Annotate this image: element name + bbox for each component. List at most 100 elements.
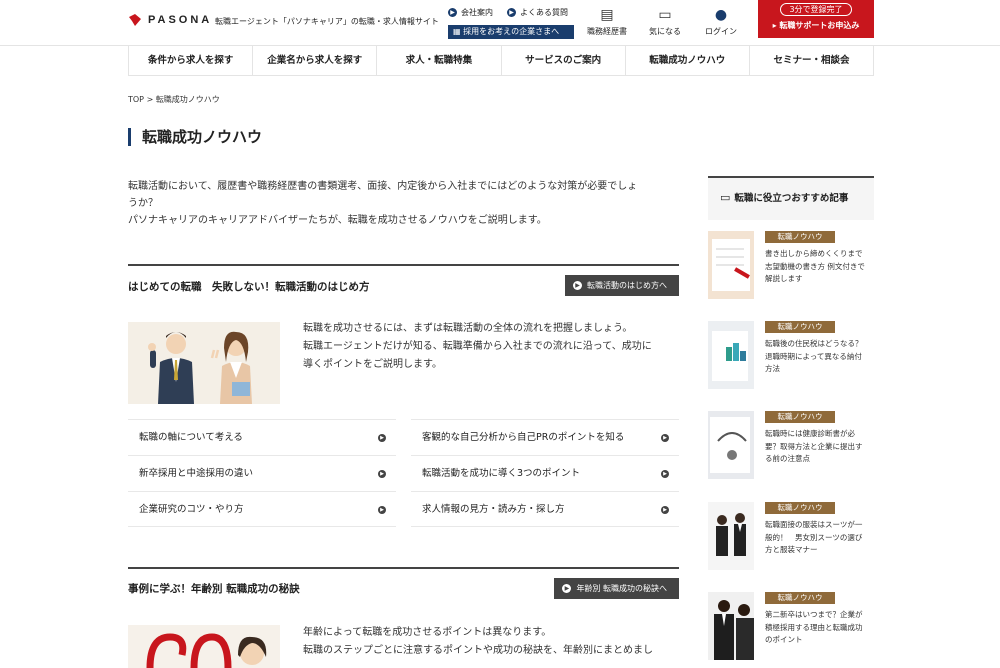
link-company-research[interactable]: 企業研究のコツ・やり方 ▶ bbox=[128, 491, 396, 527]
site-tagline: 転職エージェント「パソナキャリア」の転職・求人情報サイト bbox=[215, 17, 439, 26]
folder-icon: ▭ bbox=[658, 7, 672, 23]
article-title-line: 転職面接の服装はスーツが一 bbox=[765, 520, 863, 529]
favorites-button[interactable]: ▭ 気になる bbox=[642, 6, 688, 37]
sidebar-heading-label: 転職に役立つおすすめ記事 bbox=[734, 193, 849, 204]
article-title: 書き出しから締めくくりまで 志望動機の書き方 例文付きで 解説します bbox=[765, 248, 877, 286]
nav-search-by-company[interactable]: 企業名から求人を探す bbox=[252, 46, 376, 75]
nav-search-by-conditions[interactable]: 条件から求人を探す bbox=[128, 46, 252, 75]
career-support-signup-button[interactable]: 3分で登録完了 ▸ 転職サポートお申込み bbox=[758, 0, 874, 38]
article-thumbnail bbox=[708, 321, 754, 389]
link-label: 転職の軸について考える bbox=[139, 432, 243, 443]
link-label: 新卒採用と中途採用の違い bbox=[139, 468, 254, 479]
recruiting-companies-button[interactable]: ▦ 採用をお考えの企業さまへ bbox=[448, 25, 574, 39]
article-category-badge: 転職ノウハウ bbox=[765, 502, 835, 514]
logo-text: PASONA bbox=[148, 14, 213, 26]
sidebar-heading: ▭ 転職に役立つおすすめ記事 bbox=[708, 176, 874, 220]
age-based-success-button[interactable]: ▶ 年齢別 転職成功の秘訣へ bbox=[554, 578, 679, 599]
article-card[interactable]: 転職ノウハウ 転職後の住民税はどうなる？ 退職時期によって異なる納付 方法 bbox=[708, 321, 874, 391]
article-thumbnail bbox=[708, 502, 754, 570]
article-thumbnail bbox=[708, 592, 754, 660]
section-button-label: 年齢別 転職成功の秘訣へ bbox=[576, 584, 667, 593]
page-title: 転職成功ノウハウ bbox=[128, 128, 262, 146]
breadcrumb-home[interactable]: TOP bbox=[128, 95, 144, 104]
section-desc-line: 導くポイントをご説明します。 bbox=[303, 359, 442, 370]
chevron-right-icon: ▶ bbox=[573, 281, 582, 290]
nav-seminars[interactable]: セミナー・相談会 bbox=[748, 46, 875, 75]
article-title-line: のポイント bbox=[765, 635, 803, 644]
faq-link[interactable]: ▶ よくある質問 bbox=[507, 7, 568, 18]
link-self-analysis[interactable]: 客観的な自己分析から自己PRのポイントを知る ▶ bbox=[411, 419, 679, 455]
section-divider bbox=[128, 567, 679, 569]
article-category-badge: 転職ノウハウ bbox=[765, 592, 835, 604]
chevron-right-icon: ▶ bbox=[448, 8, 457, 17]
faq-link-label: よくある質問 bbox=[520, 8, 568, 17]
section-desc-line: 転職を成功させるには、まずは転職活動の全体の流れを把握しましょう。 bbox=[303, 323, 633, 334]
link-career-axis[interactable]: 転職の軸について考える ▶ bbox=[128, 419, 396, 455]
article-title: 転職後の住民税はどうなる？ 退職時期によって異なる納付 方法 bbox=[765, 338, 877, 376]
breadcrumb-current: 転職成功ノウハウ bbox=[155, 95, 220, 104]
nav-features[interactable]: 求人・転職特集 bbox=[376, 46, 500, 75]
article-card[interactable]: 転職ノウハウ 第二新卒はいつまで？企業が 積極採用する理由と転職成功 のポイント bbox=[708, 592, 874, 662]
favorites-label: 気になる bbox=[649, 27, 681, 36]
chat-bubble-icon: ▭ bbox=[720, 191, 731, 204]
section-description: 転職を成功させるには、まずは転職活動の全体の流れを把握しましょう。 転職エージェ… bbox=[303, 320, 679, 374]
article-card[interactable]: 転職ノウハウ 転職時には健康診断書が必 要？取得方法と企業に提出す る前の注意点 bbox=[708, 411, 874, 481]
chevron-right-icon: ▶ bbox=[378, 434, 386, 442]
cta-main-label: 転職サポートお申込み bbox=[779, 21, 860, 30]
top-links: ▶ 会社案内 ▶ よくある質問 bbox=[448, 7, 568, 18]
chevron-right-icon: ▶ bbox=[378, 470, 386, 478]
article-card[interactable]: 転職ノウハウ 書き出しから締めくくりまで 志望動機の書き方 例文付きで 解説します bbox=[708, 231, 874, 301]
login-label: ログイン bbox=[705, 27, 737, 36]
cta-subtext: 3分で登録完了 bbox=[780, 3, 852, 16]
article-title-line: 志望動機の書き方 例文付きで bbox=[765, 261, 865, 271]
company-link-label: 会社案内 bbox=[461, 8, 493, 17]
chevron-right-icon: ▶ bbox=[661, 470, 669, 478]
nav-services[interactable]: サービスのご案内 bbox=[500, 46, 625, 75]
section-desc-line: 年齢によって転職を成功させるポイントは異なります。 bbox=[303, 627, 552, 638]
chevron-right-icon: ▶ bbox=[562, 584, 572, 593]
intro-line: 転職活動において、履歴書や職務経歴書の書類選考、面接、内定後から入社までにはどの… bbox=[128, 181, 638, 192]
article-title: 転職面接の服装はスーツが一 般的！ 男女別スーツの選び 方と服装マナー bbox=[765, 519, 877, 557]
chevron-right-icon: ▶ bbox=[661, 434, 669, 442]
link-three-points[interactable]: 転職活動を成功に導く3つのポイント ▶ bbox=[411, 455, 679, 491]
link-label: 転職活動を成功に導く3つのポイント bbox=[422, 468, 581, 479]
breadcrumb: TOP > 転職成功ノウハウ bbox=[128, 94, 220, 105]
login-button[interactable]: ● ログイン bbox=[698, 6, 744, 37]
article-thumbnail bbox=[708, 231, 754, 299]
article-title-line: 方と服装マナー bbox=[765, 545, 818, 554]
chevron-right-icon: ▶ bbox=[378, 506, 386, 514]
intro-line: パソナキャリアのキャリアアドバイザーたちが、転職を成功させるノウハウをご説明しま… bbox=[128, 215, 547, 226]
article-title: 転職時には健康診断書が必 要？取得方法と企業に提出す る前の注意点 bbox=[765, 428, 877, 466]
article-title-line: 転職時には健康診断書が必 bbox=[765, 429, 855, 438]
job-change-start-button[interactable]: ▶ 転職活動のはじめ方へ bbox=[565, 275, 679, 296]
nav-knowhow[interactable]: 転職成功ノウハウ bbox=[624, 46, 749, 75]
link-job-info-reading[interactable]: 求人情報の見方・読み方・探し方 ▶ bbox=[411, 491, 679, 527]
link-new-grad-vs-midcareer[interactable]: 新卒採用と中途採用の違い ▶ bbox=[128, 455, 396, 491]
global-nav: 条件から求人を探す 企業名から求人を探す 求人・転職特集 サービスのご案内 転職… bbox=[128, 46, 875, 76]
building-icon: ▦ bbox=[453, 27, 464, 36]
article-title-line: 転職後の住民税はどうなる？ bbox=[765, 339, 863, 348]
article-title-line: 退職時期によって異なる納付 bbox=[765, 351, 862, 361]
article-card[interactable]: 転職ノウハウ 転職面接の服装はスーツが一 般的！ 男女別スーツの選び 方と服装マナー bbox=[708, 502, 874, 572]
section-desc-line: 転職エージェントだけが知る、転職準備から入社までの流れに沿って、成功に bbox=[303, 341, 652, 352]
section-description: 年齢によって転職を成功させるポイントは異なります。 転職のステップごとに注意する… bbox=[303, 624, 679, 660]
section-desc-line: 転職のステップごとに注意するポイントや成功の秘訣を、年齢別にまとめまし bbox=[303, 645, 653, 656]
intro-text: 転職活動において、履歴書や職務経歴書の書類選考、面接、内定後から入社までにはどの… bbox=[128, 178, 678, 229]
intro-line: うか？ bbox=[128, 198, 158, 209]
article-title-line: 解説します bbox=[765, 274, 803, 283]
article-title-line: 書き出しから締めくくりまで bbox=[765, 249, 863, 258]
link-label: 客観的な自己分析から自己PRのポイントを知る bbox=[422, 432, 625, 443]
document-icon: ▤ bbox=[600, 7, 614, 23]
chevron-right-icon: ▶ bbox=[661, 506, 669, 514]
pasona-logo[interactable]: PASONA bbox=[128, 13, 212, 27]
age-illustration bbox=[128, 625, 280, 668]
link-label: 求人情報の見方・読み方・探し方 bbox=[422, 504, 565, 515]
article-title-line: 般的！ 男女別スーツの選び bbox=[765, 532, 863, 542]
chevron-right-icon: ▶ bbox=[507, 8, 516, 17]
article-thumbnail bbox=[708, 411, 754, 479]
resume-button[interactable]: ▤ 職務経歴書 bbox=[584, 6, 630, 37]
resume-label: 職務経歴書 bbox=[587, 27, 627, 36]
article-title-line: 第二新卒はいつまで？企業が bbox=[765, 610, 863, 619]
recommended-articles-sidebar: ▭ 転職に役立つおすすめ記事 転職ノウハウ 書き出しから締めくくりまで 志望動機の書… bbox=[708, 176, 874, 660]
company-link[interactable]: ▶ 会社案内 bbox=[448, 7, 493, 18]
